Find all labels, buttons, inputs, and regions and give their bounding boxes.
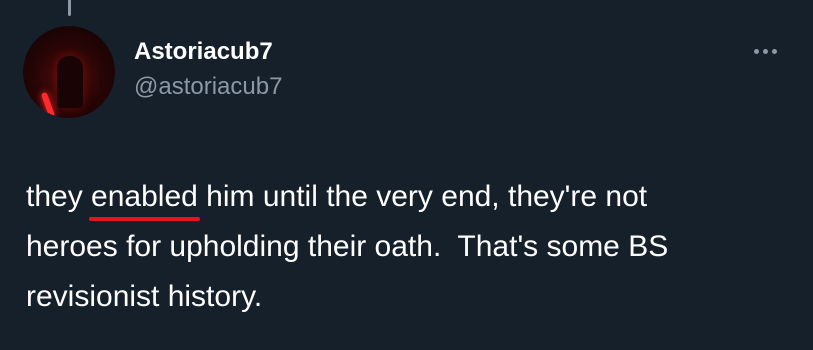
tweet-text-line: heroes for upholding their oath. That's … [26,230,669,263]
author-avatar[interactable] [23,26,115,118]
avatar-saber-icon [40,91,56,118]
thread-connector-line [68,0,71,16]
avatar-figure-icon [57,56,83,108]
tweet-text-line: they enabled him until the very end, the… [26,180,647,221]
more-horizontal-icon [762,48,768,54]
more-horizontal-icon [753,48,759,54]
more-horizontal-icon [771,48,777,54]
spellcheck-underlined-word: enabled [89,172,200,222]
more-options-button[interactable] [748,38,782,64]
author-handle[interactable]: @astoriacub7 [134,72,282,102]
tweet-text: they enabled him until the very end, the… [26,172,796,322]
tweet-text-line: revisionist history. [26,280,263,313]
author-display-name[interactable]: Astoriacub7 [134,37,273,67]
